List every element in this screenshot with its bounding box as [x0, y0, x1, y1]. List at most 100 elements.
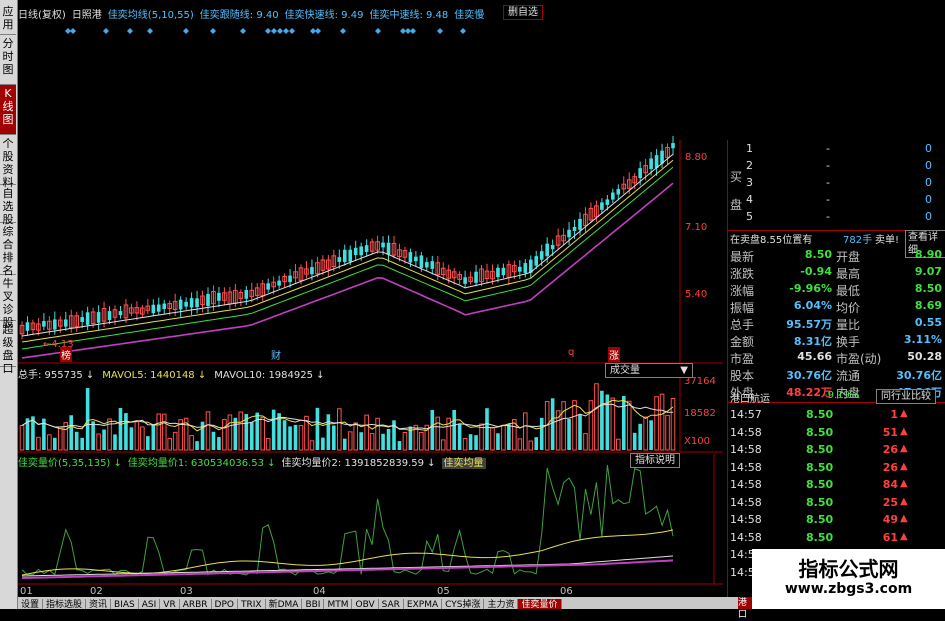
volume-bar — [129, 427, 134, 450]
delete-favorite-button[interactable]: 删自选 — [503, 5, 543, 20]
sidebar-tab-3[interactable]: 个股资料 — [0, 135, 16, 189]
volume-bar — [102, 429, 106, 450]
bottom-tab[interactable]: CYS掉涨 — [442, 599, 485, 609]
tick-volume: 26 — [882, 460, 898, 474]
bottom-tab[interactable]: TRIX — [238, 599, 266, 609]
quote-value: 8.90 — [914, 248, 942, 261]
tick-time: 14:58 — [730, 443, 762, 456]
sector-name[interactable]: 港口航运 — [730, 390, 770, 405]
volume-bar — [474, 435, 478, 450]
candle-down — [277, 280, 281, 286]
bottom-tab[interactable]: 指标选股 — [43, 599, 87, 609]
volume-bar — [397, 441, 402, 450]
volume-bar — [255, 412, 260, 450]
candle-down — [80, 317, 84, 322]
bottom-tab[interactable]: MTM — [324, 599, 353, 609]
candle-down — [96, 312, 101, 323]
volume-bar — [386, 428, 391, 450]
bottom-tab[interactable]: BIAS — [111, 599, 139, 609]
volume-bar — [567, 419, 571, 450]
kline-chart[interactable] — [18, 20, 723, 597]
event-mark[interactable]: 涨 — [608, 347, 620, 362]
order-side-label: 买 — [730, 170, 743, 184]
bottom-tab[interactable]: OBV — [352, 599, 379, 609]
bottom-tab[interactable]: EXPMA — [404, 599, 443, 609]
tick-volume: 61 — [882, 530, 898, 544]
candle-down — [600, 202, 604, 210]
candle-down — [649, 158, 653, 169]
quote-value: 6.04% — [793, 299, 832, 312]
bottom-tab[interactable]: 主力资 — [484, 599, 519, 609]
quote-label: 开盘 — [836, 250, 861, 264]
sidebar-tab-7[interactable]: 超级盘口 — [0, 321, 16, 375]
event-mark[interactable]: 财 — [270, 347, 282, 362]
volume-bar — [288, 426, 292, 450]
candle-down — [151, 304, 156, 314]
candle-down — [63, 319, 68, 327]
up-arrow-icon: ▲ — [900, 460, 908, 472]
up-arrow-icon: ▲ — [900, 530, 908, 542]
sidebar-tab-5[interactable]: 综合排名 — [0, 223, 16, 277]
quote-label: 涨幅 — [730, 284, 755, 298]
sector-change: -9.19% — [824, 390, 860, 401]
quote-panel: 买盘 1-0 2-0 3-0 4-0 5-0 在卖盘8.55位置有 782手 卖单! 查看详细 最新… — [727, 140, 945, 609]
candle-down — [550, 244, 555, 250]
candle-down — [611, 192, 615, 200]
bottom-tab[interactable]: SAR — [379, 599, 404, 609]
candle-down — [474, 271, 478, 283]
event-mark[interactable]: 榜 — [60, 347, 72, 362]
time-axis-label: 03 — [180, 586, 193, 597]
quote-value: 3.11% — [903, 333, 942, 346]
volume-bar — [146, 436, 150, 450]
quote-label: 涨跌 — [730, 267, 755, 281]
volume-axis-label: 18582 — [684, 408, 716, 419]
candle-down — [337, 257, 342, 262]
quote-value: 8.31亿 — [793, 335, 832, 348]
volume-bar — [91, 421, 95, 450]
volume-header: 总手: 955735 ↓ MAVOL5: 1440148 ↓ MAVOL10: 19… — [18, 366, 333, 381]
quote-label: 均价 — [836, 301, 861, 315]
volume-bar — [621, 395, 626, 450]
watermark-title: 指标公式网 — [798, 557, 899, 581]
sidebar-tab-2[interactable]: K线图 — [0, 85, 16, 135]
indicator-select-dropdown[interactable]: 成交量 ▼ — [605, 363, 693, 378]
candle-down — [660, 150, 664, 164]
volume-bar — [113, 434, 117, 450]
tick-time: 14:58 — [730, 425, 762, 439]
candle-down — [353, 247, 358, 255]
bottom-tab[interactable]: 设置 — [18, 599, 44, 609]
bottom-tab[interactable]: 资讯 — [86, 599, 112, 609]
sector-compare-button[interactable]: 同行业比较 — [876, 389, 936, 404]
candle-down — [359, 246, 363, 256]
bottom-tab[interactable]: ASI — [139, 599, 161, 609]
tick-time: 14:58 — [730, 495, 762, 509]
volume-bar — [249, 422, 254, 450]
bottom-tab[interactable]: BBI — [302, 599, 325, 609]
candle-down — [501, 267, 506, 276]
up-arrow-icon: ▲ — [900, 495, 908, 507]
candle-down — [25, 322, 30, 331]
bottom-tab[interactable]: DPO — [212, 599, 238, 609]
sidebar-tab-1[interactable]: 分时图 — [0, 35, 16, 85]
tick-price: 8.50 — [806, 443, 834, 456]
time-axis-label: 05 — [437, 586, 450, 597]
bottom-tab[interactable]: 新DMA — [266, 599, 303, 609]
event-mark[interactable]: q — [567, 347, 575, 358]
volume-bar — [485, 408, 489, 450]
bottom-right-tab[interactable]: 港口 — [738, 597, 752, 620]
volume-bar — [452, 409, 456, 450]
bottom-tab[interactable]: VR — [160, 599, 180, 609]
volume-bar — [85, 388, 90, 450]
volume-bar — [211, 431, 216, 450]
volume-bar — [53, 437, 57, 450]
tick-time: 14:58 — [730, 478, 762, 491]
bottom-tab[interactable]: 佳奕量价 — [518, 599, 562, 609]
sidebar-tab-6[interactable]: 牛叉诊股 — [0, 275, 16, 329]
sidebar-tab-0[interactable]: 应用 — [0, 3, 16, 35]
candle-down — [288, 275, 292, 283]
bottom-tab[interactable]: ARBR — [180, 599, 212, 609]
sidebar-tab-4[interactable]: 自选股 — [0, 185, 16, 226]
candle-down — [386, 242, 391, 255]
quote-value: 95.57万 — [786, 318, 832, 331]
indicator-help-button[interactable]: 指标说明 — [630, 453, 680, 468]
